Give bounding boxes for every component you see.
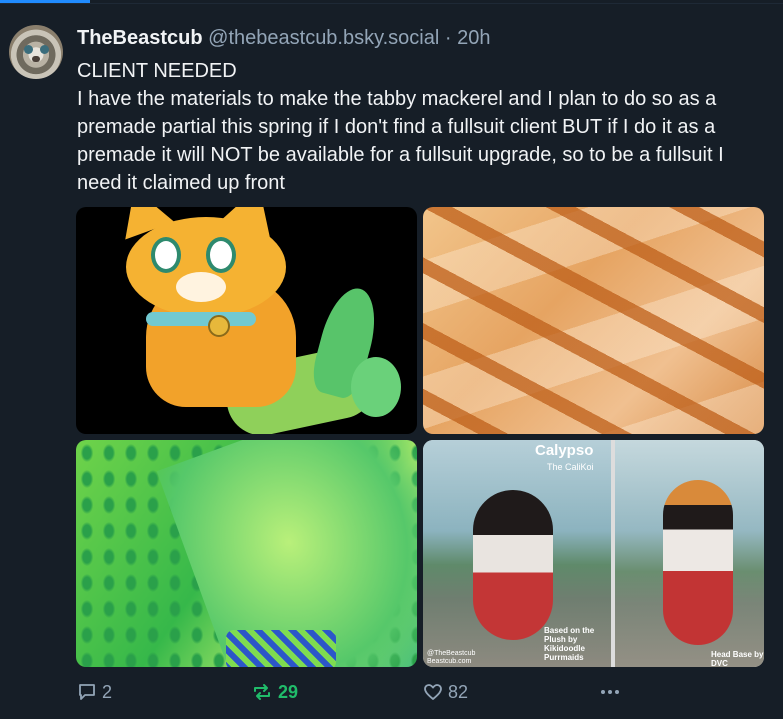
divider [0,3,783,4]
repost-count: 29 [278,681,299,702]
post-body: I have the materials to make the tabby m… [77,88,724,194]
ellipsis-icon [601,690,619,694]
repost-arrows-icon [254,684,270,700]
image-head-note: Head Base by DVC [711,650,764,667]
image-subtitle: The CaliKoi [547,462,594,472]
image-gallery: Calypso The CaliKoi Based on the Plush b… [76,207,764,667]
post-actions: 2 29 82 [77,680,637,704]
handle[interactable]: @thebeastcub.bsky.social [208,27,439,49]
image-note: Based on the Plush by Kikidoodle Purrmai… [544,626,595,662]
avatar[interactable] [9,25,63,79]
gallery-image-green-fur[interactable] [76,440,417,667]
like-count: 82 [448,681,469,702]
gallery-image-calypso[interactable]: Calypso The CaliKoi Based on the Plush b… [423,440,764,667]
separator: · [444,27,452,49]
image-credit-line: Beastcub.com [427,658,472,665]
speech-bubble-icon [79,684,95,700]
timestamp[interactable]: 20h [457,27,490,49]
post-heading: CLIENT NEEDED [77,60,237,82]
gallery-image-plush[interactable] [76,207,417,434]
heart-icon [424,684,442,700]
reply-count: 2 [102,681,113,702]
image-credit-line: @TheBeastcub [427,650,476,657]
post-text: CLIENT NEEDED I have the materials to ma… [77,57,767,197]
more-options-button[interactable] [598,680,622,704]
repost-button[interactable]: 29 [251,680,298,704]
gallery-image-orange-fur[interactable] [423,207,764,434]
like-button[interactable]: 82 [423,680,468,704]
display-name[interactable]: TheBeastcub [77,27,203,49]
image-credit: @TheBeastcub Beastcub.com [427,650,475,666]
post-header: TheBeastcub @thebeastcub.bsky.social · 2… [77,26,491,50]
reply-button[interactable]: 2 [77,680,112,704]
image-title: Calypso [535,442,594,459]
